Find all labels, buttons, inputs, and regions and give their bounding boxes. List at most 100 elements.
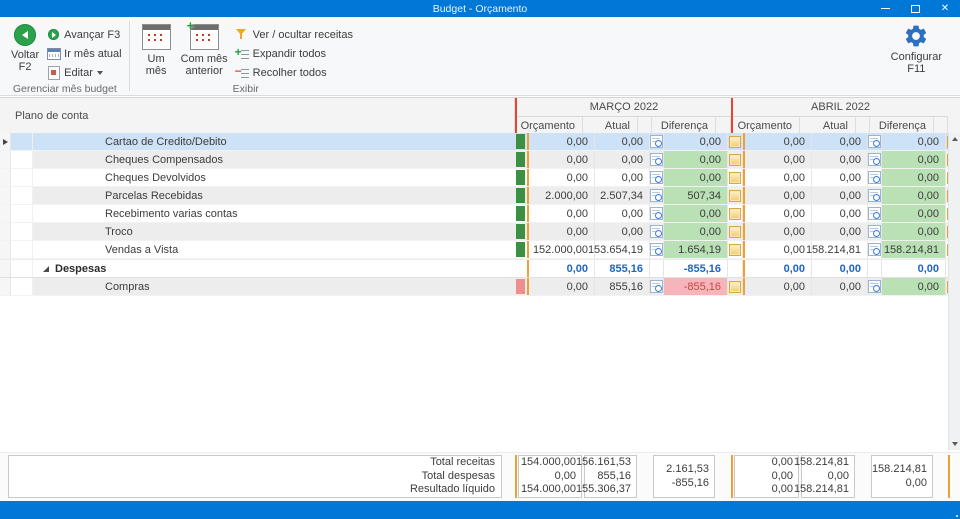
- cell-orcamento[interactable]: 0,00: [529, 151, 595, 168]
- cell-zoom[interactable]: [868, 169, 882, 186]
- magnifier-icon[interactable]: [868, 225, 881, 238]
- cell-zoom[interactable]: [868, 133, 882, 150]
- table-row[interactable]: Despesas0,00855,16-855,160,000,000,00: [0, 259, 960, 278]
- cell-atual[interactable]: 0,00: [812, 133, 868, 150]
- cell-orcamento[interactable]: 0,00: [529, 205, 595, 222]
- budget-note-icon[interactable]: [729, 281, 741, 293]
- cell-orcamento[interactable]: 0,00: [745, 151, 812, 168]
- scroll-up-icon[interactable]: [949, 133, 960, 145]
- cell-zoom[interactable]: [650, 278, 664, 295]
- cell-zoom[interactable]: [650, 133, 664, 150]
- magnifier-icon[interactable]: [868, 280, 881, 293]
- subheader-orcamento[interactable]: Orçamento: [517, 117, 583, 134]
- scroll-down-icon[interactable]: [949, 438, 960, 450]
- cell-atual[interactable]: 2.507,34: [595, 187, 650, 204]
- cell-diferenca[interactable]: 507,34: [664, 187, 728, 204]
- collapse-group-icon[interactable]: [43, 266, 49, 272]
- subheader-atual[interactable]: Atual: [800, 117, 856, 134]
- avancar-button[interactable]: Avançar F3: [46, 25, 121, 44]
- cell-diferenca[interactable]: 0,00: [664, 223, 728, 240]
- cell-atual[interactable]: 0,00: [812, 187, 868, 204]
- um-mes-button[interactable]: Um mês: [137, 20, 176, 77]
- cell-diferenca[interactable]: -855,16: [664, 278, 728, 295]
- cell-diferenca[interactable]: 0,00: [882, 260, 946, 277]
- month-header-marco[interactable]: MARÇO 2022: [517, 98, 731, 117]
- cell-atual[interactable]: 0,00: [595, 151, 650, 168]
- cell-zoom[interactable]: [650, 169, 664, 186]
- cell-orcamento[interactable]: 0,00: [529, 169, 595, 186]
- cell-diferenca[interactable]: 0,00: [664, 169, 728, 186]
- table-row[interactable]: Troco0,000,000,000,000,000,00: [0, 223, 960, 241]
- cell-budget-note[interactable]: [728, 169, 743, 186]
- cell-orcamento[interactable]: 0,00: [745, 133, 812, 150]
- editar-button[interactable]: Editar: [46, 63, 121, 82]
- table-row[interactable]: Recebimento varias contas0,000,000,000,0…: [0, 205, 960, 223]
- cell-account[interactable]: Recebimento varias contas: [33, 205, 514, 222]
- magnifier-icon[interactable]: [650, 153, 663, 166]
- cell-atual[interactable]: 0,00: [595, 205, 650, 222]
- ver-ocultar-receitas-button[interactable]: Ver / ocultar receitas: [235, 25, 353, 44]
- cell-account[interactable]: Cheques Devolvidos: [33, 169, 514, 186]
- cell-budget-note[interactable]: [728, 223, 743, 240]
- close-button[interactable]: ✕: [930, 0, 960, 17]
- cell-account[interactable]: Troco: [33, 223, 514, 240]
- cell-atual[interactable]: 0,00: [812, 260, 868, 277]
- cell-atual[interactable]: 0,00: [595, 223, 650, 240]
- cell-orcamento[interactable]: 152.000,00: [529, 241, 595, 258]
- cell-orcamento[interactable]: 2.000,00: [529, 187, 595, 204]
- cell-budget-note[interactable]: [728, 241, 743, 258]
- recolher-todos-button[interactable]: − Recolher todos: [235, 63, 353, 82]
- cell-atual[interactable]: 0,00: [595, 169, 650, 186]
- cell-atual[interactable]: 0,00: [812, 278, 868, 295]
- cell-diferenca[interactable]: 0,00: [882, 187, 946, 204]
- cell-zoom[interactable]: [650, 151, 664, 168]
- voltar-button[interactable]: Voltar F2: [6, 20, 44, 73]
- magnifier-icon[interactable]: [650, 243, 663, 256]
- budget-note-icon[interactable]: [729, 136, 741, 148]
- magnifier-icon[interactable]: [868, 207, 881, 220]
- cell-orcamento[interactable]: 0,00: [745, 260, 812, 277]
- configurar-button[interactable]: Configurar F11: [881, 17, 960, 95]
- ir-mes-atual-button[interactable]: Ir mês atual: [46, 44, 121, 63]
- cell-atual[interactable]: 855,16: [595, 278, 650, 295]
- cell-account[interactable]: Despesas: [33, 260, 514, 277]
- restore-button[interactable]: [900, 0, 930, 17]
- cell-atual[interactable]: 0,00: [812, 169, 868, 186]
- cell-orcamento[interactable]: 0,00: [745, 223, 812, 240]
- budget-note-icon[interactable]: [729, 154, 741, 166]
- cell-zoom[interactable]: [650, 223, 664, 240]
- cell-atual[interactable]: 0,00: [595, 133, 650, 150]
- cell-diferenca[interactable]: 0,00: [882, 151, 946, 168]
- table-row[interactable]: Cheques Compensados0,000,000,000,000,000…: [0, 151, 960, 169]
- cell-atual[interactable]: 153.654,19: [595, 241, 650, 258]
- cell-diferenca[interactable]: 0,00: [882, 278, 946, 295]
- cell-zoom[interactable]: [868, 151, 882, 168]
- cell-orcamento[interactable]: 0,00: [745, 169, 812, 186]
- cell-orcamento[interactable]: 0,00: [529, 133, 595, 150]
- subheader-diferenca[interactable]: Diferença: [870, 117, 934, 134]
- cell-zoom[interactable]: [868, 205, 882, 222]
- cell-zoom[interactable]: [868, 241, 882, 258]
- cell-atual[interactable]: 0,00: [812, 223, 868, 240]
- cell-atual[interactable]: 0,00: [812, 205, 868, 222]
- cell-account[interactable]: Cartao de Credito/Debito: [33, 133, 514, 150]
- cell-diferenca[interactable]: 0,00: [882, 133, 946, 150]
- magnifier-icon[interactable]: [650, 189, 663, 202]
- cell-orcamento[interactable]: 0,00: [745, 205, 812, 222]
- magnifier-icon[interactable]: [868, 189, 881, 202]
- cell-zoom[interactable]: [650, 241, 664, 258]
- magnifier-icon[interactable]: [650, 171, 663, 184]
- table-row[interactable]: Cheques Devolvidos0,000,000,000,000,000,…: [0, 169, 960, 187]
- budget-note-icon[interactable]: [729, 226, 741, 238]
- cell-account[interactable]: Vendas a Vista: [33, 241, 514, 258]
- month-header-abril[interactable]: ABRIL 2022: [733, 98, 948, 117]
- cell-diferenca[interactable]: -855,16: [664, 260, 728, 277]
- cell-budget-note[interactable]: [728, 187, 743, 204]
- cell-budget-note[interactable]: [728, 133, 743, 150]
- cell-account[interactable]: Parcelas Recebidas: [33, 187, 514, 204]
- table-row[interactable]: Vendas a Vista 152.000,00153.654,19 1.654,…: [0, 241, 960, 259]
- budget-note-icon[interactable]: [729, 190, 741, 202]
- cell-diferenca[interactable]: 1.654,19: [664, 241, 728, 258]
- magnifier-icon[interactable]: [650, 280, 663, 293]
- cell-orcamento[interactable]: 0,00: [529, 223, 595, 240]
